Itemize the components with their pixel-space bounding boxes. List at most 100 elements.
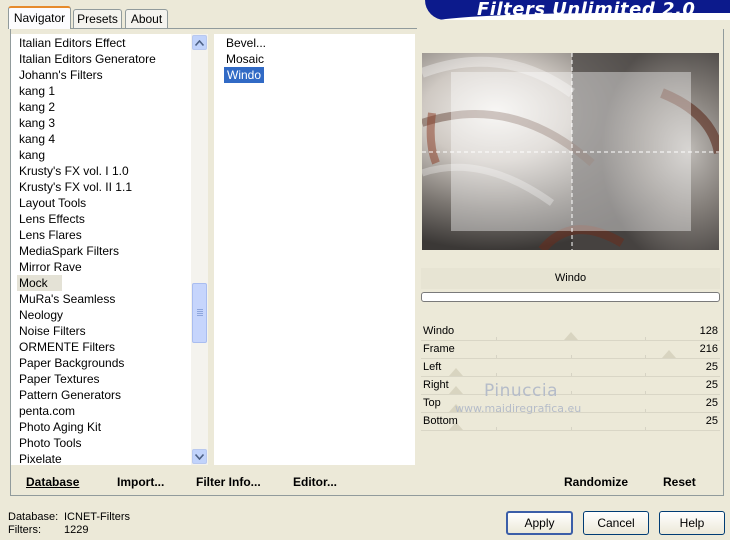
- category-item[interactable]: kang 3: [19, 115, 55, 131]
- preview-image: [422, 53, 719, 250]
- slider-tick: [645, 355, 646, 358]
- slider-tick: [645, 427, 646, 430]
- selected-filter-title: Windo: [554, 272, 587, 284]
- filter-item-mosaic[interactable]: Mosaic: [226, 51, 264, 67]
- slider-track[interactable]: [421, 358, 720, 359]
- editor-button[interactable]: Editor...: [293, 475, 337, 489]
- param-value: 128: [699, 325, 718, 337]
- param-value: 25: [705, 415, 718, 427]
- category-item[interactable]: Noise Filters: [19, 323, 86, 339]
- category-item[interactable]: Paper Backgrounds: [19, 355, 124, 371]
- category-item[interactable]: Mirror Rave: [19, 259, 82, 275]
- category-item[interactable]: Neology: [19, 307, 63, 323]
- param-value: 25: [705, 397, 718, 409]
- slider-track[interactable]: [421, 376, 720, 377]
- slider-tick: [645, 373, 646, 376]
- slider-tick: [571, 427, 572, 430]
- slider-tick: [571, 373, 572, 376]
- category-item[interactable]: penta.com: [19, 403, 75, 419]
- progress-bar: [421, 292, 720, 302]
- slider-track[interactable]: [421, 340, 720, 341]
- param-name: Bottom: [423, 415, 458, 427]
- filters-label: Filters:: [8, 524, 41, 536]
- filter-list[interactable]: Bevel... Mosaic Windo: [214, 34, 415, 465]
- database-value: ICNET-Filters: [64, 511, 130, 523]
- category-item[interactable]: Krusty's FX vol. II 1.1: [19, 179, 132, 195]
- triangle-up-icon: [195, 39, 204, 46]
- filter-item-bevel[interactable]: Bevel...: [226, 35, 266, 51]
- filter-preview: [422, 53, 719, 250]
- slider-track[interactable]: [421, 394, 720, 395]
- slider-knob[interactable]: [448, 386, 463, 394]
- param-name: Top: [423, 397, 441, 409]
- param-value: 216: [699, 343, 718, 355]
- scroll-down-button[interactable]: [192, 449, 207, 464]
- slider-knob[interactable]: [564, 332, 579, 340]
- slider-knob[interactable]: [448, 368, 463, 376]
- slider-tick: [496, 373, 497, 376]
- category-item[interactable]: Pixelate: [19, 451, 62, 467]
- category-item[interactable]: MediaSpark Filters: [19, 243, 119, 259]
- category-item[interactable]: Johann's Filters: [19, 67, 103, 83]
- category-item[interactable]: Paper Textures: [19, 371, 100, 387]
- title-banner: Filters Unlimited 2.0: [425, 0, 730, 20]
- category-item[interactable]: kang 1: [19, 83, 55, 99]
- param-name: Frame: [423, 343, 455, 355]
- reset-button[interactable]: Reset: [663, 475, 696, 489]
- param-row-frame[interactable]: Frame 216: [421, 342, 720, 359]
- category-scrollbar[interactable]: [191, 34, 208, 465]
- triangle-down-icon: [195, 453, 204, 460]
- param-row-right[interactable]: Right 25: [421, 378, 720, 395]
- param-name: Right: [423, 379, 449, 391]
- randomize-button[interactable]: Randomize: [564, 475, 628, 489]
- category-item[interactable]: kang: [19, 147, 45, 163]
- filter-info-button[interactable]: Filter Info...: [196, 475, 261, 489]
- param-row-left[interactable]: Left 25: [421, 360, 720, 377]
- category-list[interactable]: Italian Editors Effect Italian Editors Ge…: [11, 34, 208, 467]
- import-button[interactable]: Import...: [117, 475, 164, 489]
- param-row-windo[interactable]: Windo 128: [421, 324, 720, 341]
- slider-knob[interactable]: [662, 350, 677, 358]
- param-name: Left: [423, 361, 442, 373]
- banner-title: Filters Unlimited 2.0: [477, 0, 696, 20]
- category-item[interactable]: Layout Tools: [19, 195, 86, 211]
- tab-presets[interactable]: Presets: [73, 9, 122, 28]
- category-item[interactable]: Lens Effects: [19, 211, 85, 227]
- grip-line: [197, 315, 203, 316]
- category-item[interactable]: Photo Aging Kit: [19, 419, 101, 435]
- param-row-bottom[interactable]: Bottom 25: [421, 414, 720, 431]
- category-item[interactable]: kang 2: [19, 99, 55, 115]
- filter-item-windo[interactable]: Windo: [224, 67, 265, 83]
- slider-tick: [645, 391, 646, 394]
- help-button[interactable]: Help: [659, 511, 725, 535]
- param-name: Windo: [423, 325, 455, 337]
- slider-tick: [571, 355, 572, 358]
- slider-tick: [496, 427, 497, 430]
- cancel-button[interactable]: Cancel: [583, 511, 649, 535]
- category-item[interactable]: Krusty's FX vol. I 1.0: [19, 163, 129, 179]
- filters-value: 1229: [64, 524, 89, 536]
- category-item[interactable]: kang 4: [19, 131, 55, 147]
- watermark-url: www.maidiregrafica.eu: [455, 402, 582, 415]
- scroll-thumb[interactable]: [192, 283, 207, 343]
- category-item[interactable]: MuRa's Seamless: [19, 291, 115, 307]
- grip-line: [197, 309, 203, 310]
- category-item[interactable]: Italian Editors Effect: [19, 35, 126, 51]
- slider-tick: [496, 337, 497, 340]
- slider-tick: [645, 337, 646, 340]
- category-item[interactable]: Italian Editors Generatore: [19, 51, 156, 67]
- category-item[interactable]: Photo Tools: [19, 435, 82, 451]
- category-item[interactable]: Pattern Generators: [19, 387, 121, 403]
- category-item[interactable]: Mock: [17, 275, 62, 291]
- database-button[interactable]: Database: [26, 475, 79, 489]
- tab-navigator[interactable]: Navigator: [8, 6, 71, 29]
- watermark-name: Pinuccia: [484, 381, 558, 401]
- scroll-up-button[interactable]: [192, 35, 207, 50]
- apply-button[interactable]: Apply: [506, 511, 573, 535]
- category-item[interactable]: ORMENTE Filters: [19, 339, 115, 355]
- slider-tick: [496, 355, 497, 358]
- slider-track[interactable]: [421, 430, 720, 431]
- tab-about[interactable]: About: [125, 9, 168, 28]
- category-item[interactable]: Lens Flares: [19, 227, 82, 243]
- param-value: 25: [705, 379, 718, 391]
